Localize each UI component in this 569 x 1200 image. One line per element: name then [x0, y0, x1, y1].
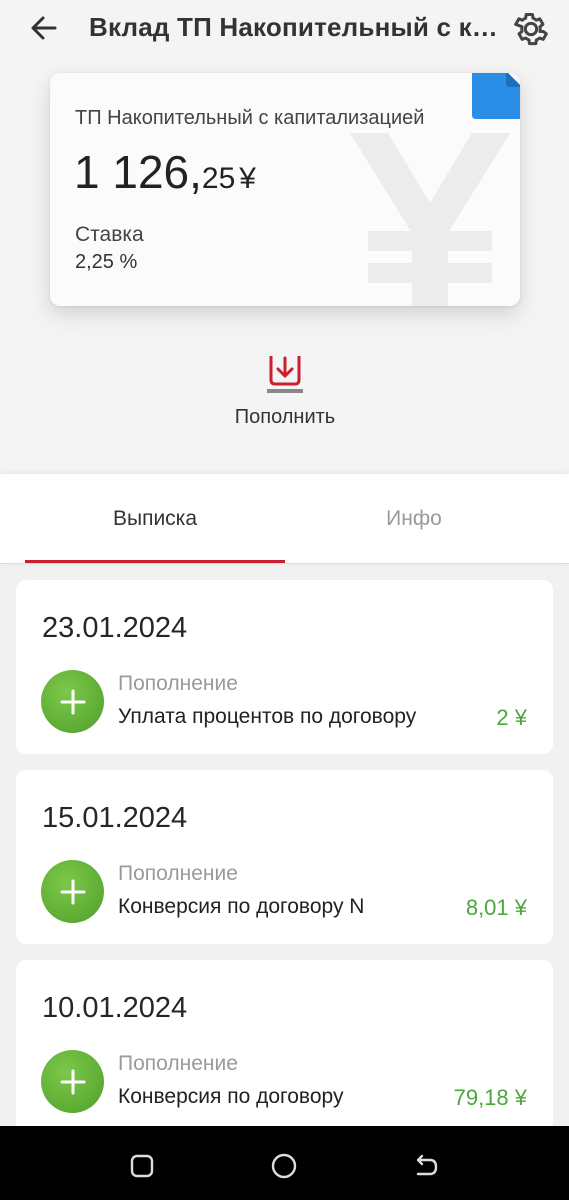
- plus-icon: [41, 860, 104, 923]
- transaction-date: 10.01.2024: [42, 992, 188, 1024]
- rate-label: Ставка: [75, 223, 144, 246]
- back-icon: [416, 1154, 438, 1176]
- transaction-card[interactable]: 23.01.2024 Пополнение Уплата процентов п…: [16, 580, 553, 754]
- back-button[interactable]: [24, 10, 64, 46]
- system-back-button[interactable]: [406, 1146, 446, 1186]
- plus-icon: [41, 670, 104, 733]
- arrow-left-icon: [31, 16, 57, 40]
- active-tab-indicator: [25, 560, 285, 563]
- home-icon: [271, 1153, 297, 1179]
- page-title: Вклад ТП Накопительный с капитализацией: [89, 12, 499, 42]
- tab-bar: Выписка Инфо: [0, 474, 569, 564]
- balance-integer: 1 126,: [74, 146, 202, 198]
- balance-currency: ¥: [239, 162, 256, 195]
- card-corner-icon: [472, 73, 520, 119]
- transaction-type: Пополнение: [118, 862, 238, 885]
- transaction-amount: 2 ¥: [496, 705, 527, 730]
- transaction-date: 15.01.2024: [42, 802, 188, 834]
- transaction-description: Уплата процентов по договору: [118, 705, 417, 728]
- account-balance: 1 126,25 ¥: [74, 145, 256, 199]
- statement-panel: Выписка Инфо 23.01.2024 Пополнение Уплат…: [0, 474, 569, 1134]
- recent-apps-icon: [130, 1154, 154, 1178]
- account-name: ТП Накопительный с капитализацией: [75, 107, 425, 129]
- tab-info[interactable]: Инфо: [284, 474, 544, 564]
- transaction-type: Пополнение: [118, 1052, 238, 1075]
- home-button[interactable]: [264, 1146, 304, 1186]
- transaction-date: 23.01.2024: [42, 612, 188, 644]
- account-card[interactable]: ТП Накопительный с капитализацией 1 126,…: [50, 73, 520, 306]
- app-header: Вклад ТП Накопительный с капитализацией: [0, 0, 569, 56]
- rate-value: 2,25 %: [75, 251, 138, 273]
- deposit-arrow-icon: [267, 356, 303, 393]
- transaction-amount: 8,01 ¥: [465, 895, 527, 920]
- tab-statement[interactable]: Выписка: [25, 474, 285, 564]
- recent-apps-button[interactable]: [122, 1146, 162, 1186]
- top-up-label: Пополнить: [234, 406, 336, 428]
- top-up-button[interactable]: Пополнить: [214, 352, 356, 434]
- settings-button[interactable]: [508, 6, 554, 52]
- balance-fraction: 25: [201, 162, 236, 195]
- gear-icon: [514, 13, 548, 46]
- transaction-description: Конверсия по договору: [118, 1085, 344, 1108]
- transaction-description: Конверсия по договору N: [118, 895, 365, 918]
- transaction-card[interactable]: 10.01.2024 Пополнение Конверсия по догов…: [16, 960, 553, 1134]
- plus-icon: [41, 1050, 104, 1113]
- system-nav-bar: [0, 1126, 569, 1200]
- transaction-card[interactable]: 15.01.2024 Пополнение Конверсия по догов…: [16, 770, 553, 944]
- transaction-amount: 79,18 ¥: [453, 1085, 527, 1110]
- transaction-type: Пополнение: [118, 672, 238, 695]
- yen-watermark-icon: [350, 133, 510, 306]
